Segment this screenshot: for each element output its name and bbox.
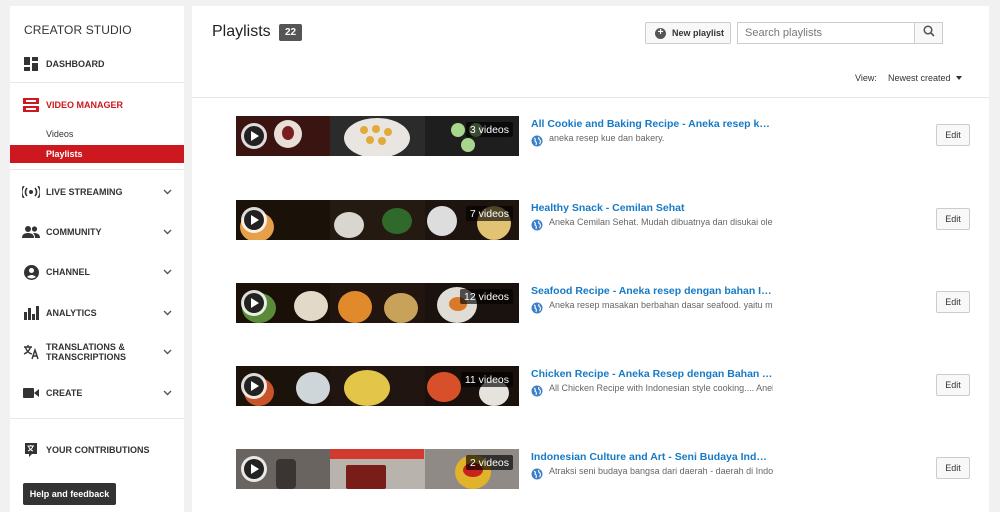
edit-button[interactable]: Edit	[936, 457, 970, 479]
nav-analytics[interactable]: ANALYTICS	[10, 302, 184, 324]
play-icon	[241, 290, 267, 316]
new-playlist-button[interactable]: + New playlist	[645, 22, 731, 44]
video-count: 12 videos	[460, 289, 513, 304]
nav-video-manager-label: VIDEO MANAGER	[46, 100, 124, 110]
divider	[10, 418, 184, 419]
chevron-down-icon[interactable]	[162, 267, 172, 277]
divider	[10, 169, 184, 170]
view-label: View:	[855, 73, 877, 83]
main-panel: Playlists 22 + New playlist View: Newest…	[192, 6, 989, 512]
playlist-description: aneka resep kue dan bakery.	[549, 133, 665, 143]
chevron-down-icon[interactable]	[162, 347, 172, 357]
page-title: Playlists	[212, 23, 271, 40]
playlist-thumbnail[interactable]: 12 videos	[236, 283, 519, 323]
nav-your-contributions[interactable]: YOUR CONTRIBUTIONS	[10, 439, 184, 461]
sub-item-videos[interactable]: Videos	[10, 125, 184, 143]
nav-create-label: CREATE	[46, 388, 83, 398]
nav-translations[interactable]: TRANSLATIONS & TRANSCRIPTIONS	[10, 341, 184, 363]
divider	[10, 82, 184, 83]
help-and-feedback-button[interactable]: Help and feedback	[23, 483, 116, 505]
playlist-title-link[interactable]: Chicken Recipe - Aneka Resep dengan Baha…	[531, 368, 773, 380]
studio-title: CREATOR STUDIO	[24, 23, 132, 37]
playlist-description: Aneka Cemilan Sehat. Mudah dibuatnya dan…	[549, 217, 773, 227]
nav-translations-label: TRANSLATIONS & TRANSCRIPTIONS	[46, 342, 127, 362]
nav-create[interactable]: CREATE	[10, 382, 184, 404]
nav-community[interactable]: COMMUNITY	[10, 221, 184, 243]
video-count: 2 videos	[465, 455, 513, 470]
analytics-icon	[22, 304, 40, 322]
edit-button[interactable]: Edit	[936, 124, 970, 146]
community-icon	[22, 223, 40, 241]
nav-analytics-label: ANALYTICS	[46, 308, 97, 318]
playlist-count-badge: 22	[279, 24, 303, 41]
playlist-row: 7 videos Healthy Snack - Cemilan Sehat A…	[192, 200, 989, 260]
globe-icon	[531, 218, 543, 231]
nav-channel-label: CHANNEL	[46, 267, 90, 277]
playlist-description: Atraksi seni budaya bangsa dari daerah -…	[549, 466, 773, 476]
play-icon	[241, 456, 267, 482]
playlist-title-link[interactable]: All Cookie and Baking Recipe - Aneka res…	[531, 118, 773, 130]
playlist-row: 11 videos Chicken Recipe - Aneka Resep d…	[192, 366, 989, 426]
video-count: 3 videos	[465, 122, 513, 137]
live-streaming-icon	[22, 183, 40, 201]
divider	[192, 97, 989, 98]
dashboard-icon	[22, 55, 40, 73]
edit-button[interactable]: Edit	[936, 374, 970, 396]
globe-icon	[531, 467, 543, 480]
playlist-thumbnail[interactable]: 3 videos	[236, 116, 519, 156]
chevron-down-icon[interactable]	[162, 187, 172, 197]
edit-button[interactable]: Edit	[936, 208, 970, 230]
search-input[interactable]	[738, 23, 913, 43]
video-count: 11 videos	[460, 372, 513, 387]
globe-icon	[531, 134, 543, 147]
playlist-title-link[interactable]: Indonesian Culture and Art - Seni Budaya…	[531, 451, 773, 463]
sidebar: CREATOR STUDIO DASHBOARD VIDEO MANAGER V…	[10, 6, 184, 512]
play-icon	[241, 373, 267, 399]
channel-icon	[22, 263, 40, 281]
playlist-row: 12 videos Seafood Recipe - Aneka resep d…	[192, 283, 989, 343]
edit-button[interactable]: Edit	[936, 291, 970, 313]
search-box	[737, 22, 943, 44]
plus-icon: +	[655, 27, 666, 39]
sub-item-playlists[interactable]: Playlists	[10, 145, 184, 163]
play-icon	[241, 123, 267, 149]
nav-channel[interactable]: CHANNEL	[10, 261, 184, 283]
playlist-description: All Chicken Recipe with Indonesian style…	[549, 383, 773, 393]
playlist-thumbnail[interactable]: 11 videos	[236, 366, 519, 406]
globe-icon	[531, 384, 543, 397]
sort-dropdown-value: Newest created	[888, 73, 951, 83]
globe-icon	[531, 301, 543, 314]
nav-dashboard-label: DASHBOARD	[46, 59, 105, 69]
caret-down-icon	[955, 76, 962, 80]
search-icon	[922, 24, 935, 42]
nav-live-streaming[interactable]: LIVE STREAMING	[10, 181, 184, 203]
playlist-thumbnail[interactable]: 7 videos	[236, 200, 519, 240]
chevron-down-icon[interactable]	[162, 308, 172, 318]
translate-icon	[22, 343, 40, 361]
playlist-row: 2 videos Indonesian Culture and Art - Se…	[192, 449, 989, 509]
playlist-title-link[interactable]: Healthy Snack - Cemilan Sehat	[531, 202, 773, 214]
nav-video-manager[interactable]: VIDEO MANAGER	[10, 94, 184, 116]
video-manager-icon	[22, 96, 40, 114]
nav-dashboard[interactable]: DASHBOARD	[10, 53, 184, 75]
chevron-down-icon[interactable]	[162, 388, 172, 398]
playlist-description: Aneka resep masakan berbahan dasar seafo…	[549, 300, 773, 310]
play-icon	[241, 207, 267, 233]
nav-live-streaming-label: LIVE STREAMING	[46, 187, 123, 197]
playlist-row: 3 videos All Cookie and Baking Recipe - …	[192, 116, 989, 176]
nav-community-label: COMMUNITY	[46, 227, 102, 237]
new-playlist-label: New playlist	[672, 28, 725, 38]
nav-your-contributions-label: YOUR CONTRIBUTIONS	[46, 445, 150, 455]
search-button[interactable]	[914, 23, 942, 43]
sort-dropdown[interactable]: Newest created	[888, 73, 962, 83]
video-count: 7 videos	[465, 206, 513, 221]
playlist-thumbnail[interactable]: 2 videos	[236, 449, 519, 489]
chevron-down-icon[interactable]	[162, 227, 172, 237]
playlist-title-link[interactable]: Seafood Recipe - Aneka resep dengan baha…	[531, 285, 773, 297]
contributions-icon	[22, 441, 40, 459]
create-icon	[22, 384, 40, 402]
